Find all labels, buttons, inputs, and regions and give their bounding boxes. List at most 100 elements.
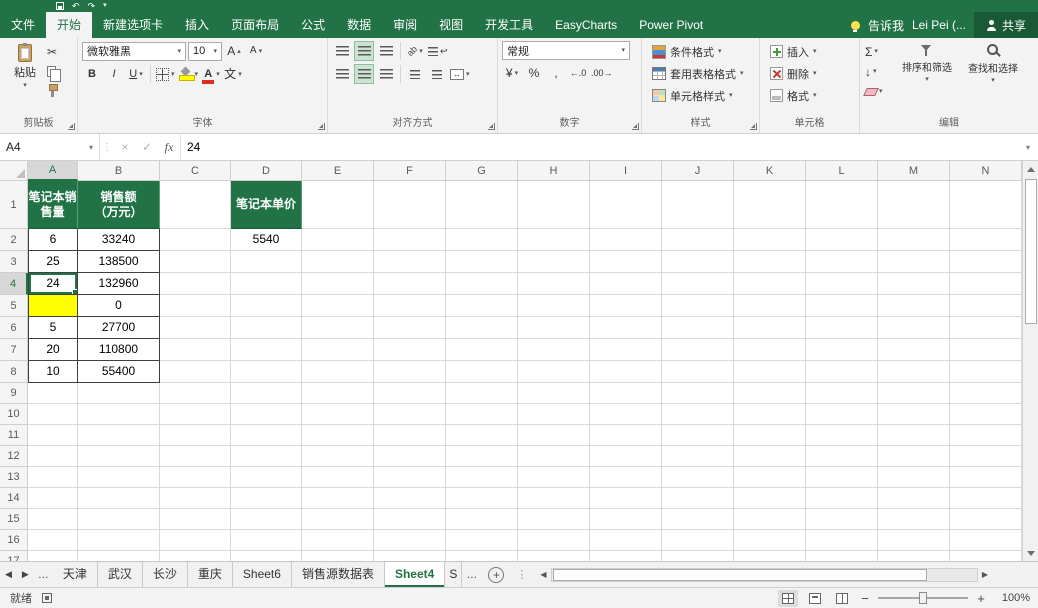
cell-D4[interactable]	[231, 273, 302, 295]
cell-B14[interactable]	[78, 488, 160, 509]
cell-J13[interactable]	[662, 467, 734, 488]
column-header-N[interactable]: N	[950, 161, 1022, 181]
cell-N17[interactable]	[950, 551, 1022, 561]
cell-D6[interactable]	[231, 317, 302, 339]
cell-I7[interactable]	[590, 339, 662, 361]
cell-A4[interactable]: 24	[28, 273, 78, 295]
decrease-indent-button[interactable]	[405, 64, 425, 84]
cell-L3[interactable]	[806, 251, 878, 273]
cell-D14[interactable]	[231, 488, 302, 509]
accounting-format-button[interactable]: ¥▾	[502, 63, 522, 83]
cell-B9[interactable]	[78, 383, 160, 404]
cell-N10[interactable]	[950, 404, 1022, 425]
insert-function-button[interactable]: fx	[158, 134, 180, 160]
cell-H2[interactable]	[518, 229, 590, 251]
cell-J7[interactable]	[662, 339, 734, 361]
cell-N15[interactable]	[950, 509, 1022, 530]
cell-A6[interactable]: 5	[28, 317, 78, 339]
clipboard-dialog-launcher[interactable]	[68, 123, 75, 130]
cell-K3[interactable]	[734, 251, 806, 273]
cell-H6[interactable]	[518, 317, 590, 339]
cell-G3[interactable]	[446, 251, 518, 273]
cell-L9[interactable]	[806, 383, 878, 404]
tab-formulas[interactable]: 公式	[290, 12, 336, 38]
tab-easycharts[interactable]: EasyCharts	[544, 12, 628, 38]
cell-M3[interactable]	[878, 251, 950, 273]
cell-I4[interactable]	[590, 273, 662, 295]
cell-M2[interactable]	[878, 229, 950, 251]
cell-F10[interactable]	[374, 404, 446, 425]
cell-E7[interactable]	[302, 339, 374, 361]
cell-J16[interactable]	[662, 530, 734, 551]
cell-H15[interactable]	[518, 509, 590, 530]
row-header-15[interactable]: 15	[0, 509, 28, 530]
cell-A11[interactable]	[28, 425, 78, 446]
cell-J2[interactable]	[662, 229, 734, 251]
cell-M13[interactable]	[878, 467, 950, 488]
font-color-button[interactable]: A▾	[201, 64, 221, 84]
row-header-8[interactable]: 8	[0, 361, 28, 383]
select-all-button[interactable]	[0, 161, 28, 181]
cell-F1[interactable]	[374, 181, 446, 229]
cell-F15[interactable]	[374, 509, 446, 530]
tell-me-button[interactable]: 告诉我	[868, 17, 904, 34]
cell-F9[interactable]	[374, 383, 446, 404]
vertical-scrollbar[interactable]	[1022, 161, 1038, 561]
cell-B5[interactable]: 0	[78, 295, 160, 317]
borders-button[interactable]: ▾	[155, 64, 176, 84]
cell-F3[interactable]	[374, 251, 446, 273]
align-middle-button[interactable]	[354, 41, 374, 61]
cell-A2[interactable]: 6	[28, 229, 78, 251]
row-header-10[interactable]: 10	[0, 404, 28, 425]
cell-N8[interactable]	[950, 361, 1022, 383]
cell-H5[interactable]	[518, 295, 590, 317]
align-center-button[interactable]	[354, 64, 374, 84]
cell-F14[interactable]	[374, 488, 446, 509]
alignment-dialog-launcher[interactable]	[488, 123, 495, 130]
share-button[interactable]: 共享	[974, 12, 1038, 38]
cell-K12[interactable]	[734, 446, 806, 467]
cell-C13[interactable]	[160, 467, 231, 488]
cell-G4[interactable]	[446, 273, 518, 295]
cell-D15[interactable]	[231, 509, 302, 530]
cell-H8[interactable]	[518, 361, 590, 383]
increase-decimal-button[interactable]: ←.0	[568, 63, 588, 83]
sort-filter-button[interactable]: 排序和筛选 ▾	[894, 41, 960, 117]
cell-M5[interactable]	[878, 295, 950, 317]
cell-G8[interactable]	[446, 361, 518, 383]
new-sheet-button[interactable]: +	[488, 567, 504, 583]
scroll-down-icon[interactable]	[1023, 545, 1038, 561]
decrease-font-button[interactable]: A▾	[246, 41, 266, 61]
cell-C12[interactable]	[160, 446, 231, 467]
number-dialog-launcher[interactable]	[632, 123, 639, 130]
cell-M17[interactable]	[878, 551, 950, 561]
cell-N1[interactable]	[950, 181, 1022, 229]
delete-cells-button[interactable]: 删除▾	[764, 63, 855, 84]
column-header-F[interactable]: F	[374, 161, 446, 181]
column-header-D[interactable]: D	[231, 161, 302, 181]
column-header-K[interactable]: K	[734, 161, 806, 181]
sheet-overflow-right[interactable]: …	[462, 569, 481, 581]
cell-E16[interactable]	[302, 530, 374, 551]
cell-F5[interactable]	[374, 295, 446, 317]
bold-button[interactable]: B	[82, 64, 102, 84]
increase-font-button[interactable]: A▴	[224, 41, 244, 61]
font-size-select[interactable]: 10▾	[188, 42, 222, 61]
cell-C11[interactable]	[160, 425, 231, 446]
cell-A10[interactable]	[28, 404, 78, 425]
cell-B7[interactable]: 110800	[78, 339, 160, 361]
cell-B10[interactable]	[78, 404, 160, 425]
wrap-text-button[interactable]: ↩	[427, 41, 449, 61]
cell-B17[interactable]	[78, 551, 160, 561]
row-header-13[interactable]: 13	[0, 467, 28, 488]
cell-E2[interactable]	[302, 229, 374, 251]
cell-L13[interactable]	[806, 467, 878, 488]
row-header-5[interactable]: 5	[0, 295, 28, 317]
cell-L7[interactable]	[806, 339, 878, 361]
enter-button[interactable]: ✓	[136, 134, 158, 160]
font-dialog-launcher[interactable]	[318, 123, 325, 130]
cell-K5[interactable]	[734, 295, 806, 317]
cell-K6[interactable]	[734, 317, 806, 339]
cell-D10[interactable]	[231, 404, 302, 425]
cell-M9[interactable]	[878, 383, 950, 404]
